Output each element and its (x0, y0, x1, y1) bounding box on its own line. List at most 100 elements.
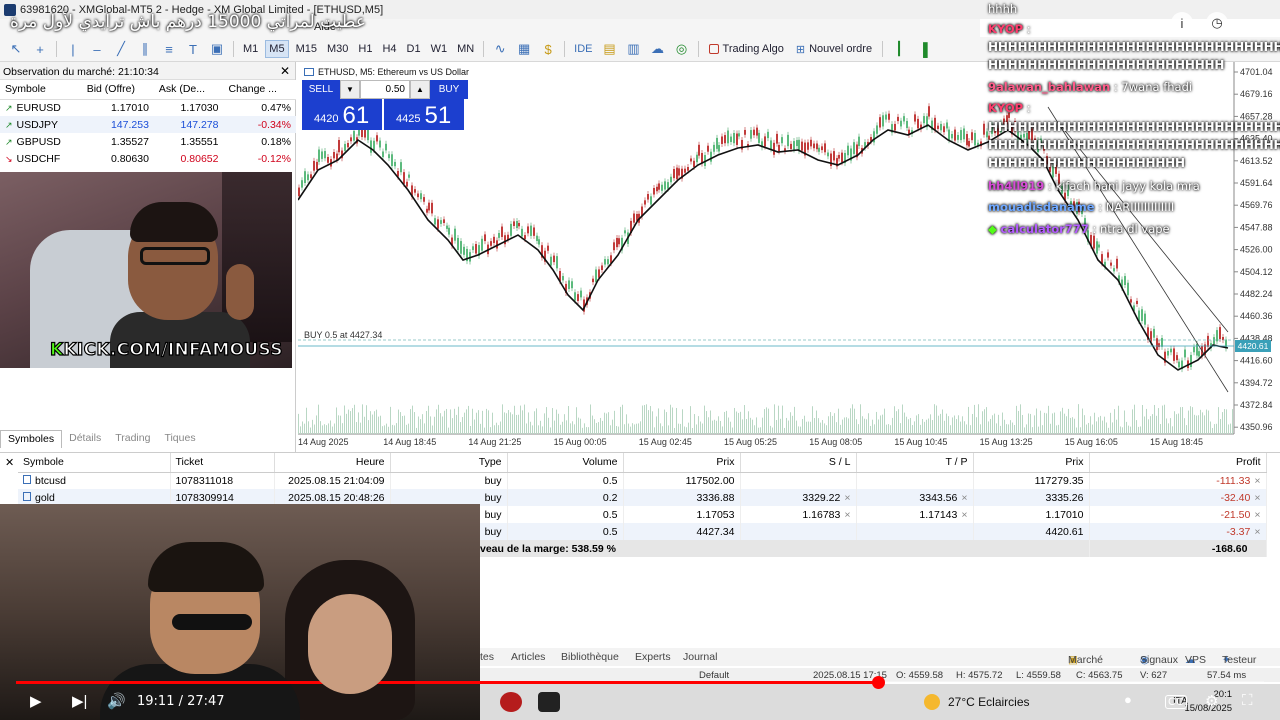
autoplay-toggle-icon[interactable]: ● (1124, 692, 1132, 707)
timeframe-m15[interactable]: M15 (293, 41, 320, 57)
col-change[interactable]: Change ... (223, 80, 296, 100)
volume-bar (444, 410, 445, 434)
remove-profit-icon[interactable]: × (1254, 509, 1260, 521)
col-volume[interactable]: Volume (507, 453, 624, 473)
candle (406, 181, 408, 187)
close-icon[interactable]: ✕ (280, 64, 290, 78)
remove-profit-icon[interactable]: × (1254, 492, 1260, 504)
table-row[interactable]: ↗ EURUSD 1.17010 1.17030 0.47% (0, 99, 296, 116)
video-progress-bar[interactable] (16, 676, 1264, 689)
crosshair-icon[interactable]: + (30, 40, 50, 58)
col-symbole[interactable]: Symbole (18, 453, 171, 473)
fibonacci-icon[interactable]: ≡ (159, 40, 179, 58)
timeframe-m5[interactable]: M5 (265, 40, 289, 58)
volume-bar (382, 426, 383, 434)
col-symbole[interactable]: Symbole (0, 80, 82, 100)
tab-bibliotheque[interactable]: Bibliothèque (561, 651, 619, 663)
col-type[interactable]: Type (390, 453, 508, 473)
volume-bar (982, 411, 983, 434)
remove-profit-icon[interactable]: × (1254, 475, 1260, 487)
table-row[interactable]: ↗ GBPUSD 1.35527 1.35551 0.18% (0, 133, 296, 150)
col-prix-actuel[interactable]: Prix (973, 453, 1090, 473)
settings-icon[interactable]: ⚙ (1205, 692, 1218, 710)
play-icon[interactable]: ▶ (30, 692, 42, 710)
volume-input[interactable]: 0.50 (360, 80, 410, 99)
remove-sl-icon[interactable]: × (844, 509, 850, 521)
close-icon[interactable]: ✕ (5, 456, 14, 469)
share-icon[interactable]: ➦ (1241, 12, 1263, 34)
tab-journal[interactable]: Journal (683, 651, 717, 663)
cursor-icon[interactable]: ↖ (6, 40, 26, 58)
tab-symboles[interactable]: Symboles (0, 430, 63, 448)
ide-button[interactable]: IDE (571, 41, 595, 57)
remove-profit-icon[interactable]: × (1254, 526, 1260, 538)
remove-sl-icon[interactable]: × (844, 492, 850, 504)
col-bid[interactable]: Bid (Offre) (81, 80, 154, 100)
sell-price[interactable]: 4420 61 (302, 99, 384, 130)
timeframe-w1[interactable]: W1 (428, 41, 451, 57)
col-profit[interactable]: Profit (1089, 453, 1267, 473)
watch-later-icon[interactable]: ◷ (1206, 12, 1228, 34)
tab-articles[interactable]: Articles (511, 651, 545, 663)
horizontal-line-icon[interactable]: – (87, 40, 107, 58)
volume-bar (994, 413, 995, 434)
signals-icon[interactable]: ◎ (672, 40, 692, 58)
col-tp[interactable]: T / P (856, 453, 974, 473)
col-prix[interactable]: Prix (623, 453, 741, 473)
nouvel-ordre-button[interactable]: ⊞ Nouvel ordre (792, 43, 876, 56)
candle-chart-icon[interactable]: ▐ (913, 40, 933, 58)
col-ask[interactable]: Ask (De... (153, 80, 224, 100)
volume-bar (864, 418, 865, 434)
timeframe-h4[interactable]: H4 (379, 41, 399, 57)
market-icon[interactable]: ▥ (624, 40, 644, 58)
info-icon[interactable]: i (1171, 12, 1193, 34)
trading-algo-button[interactable]: Trading Algo (705, 43, 788, 55)
tab-experts[interactable]: Experts (635, 651, 671, 663)
volume-icon[interactable]: 🔊 (107, 692, 126, 710)
table-row[interactable]: ↗ USDJPY 147.253 147.278 -0.34% (0, 116, 296, 133)
col-sl[interactable]: S / L (740, 453, 857, 473)
timeframe-h1[interactable]: H1 (355, 41, 375, 57)
sell-button[interactable]: SELL (302, 80, 340, 99)
col-heure[interactable]: Heure (274, 453, 391, 473)
volume-bar (1176, 414, 1177, 434)
tab-alertes[interactable]: tes (480, 651, 494, 663)
lock-icon[interactable]: ▤ (600, 40, 620, 58)
candle (790, 143, 792, 149)
volume-down-icon[interactable]: ▼ (340, 80, 360, 99)
tab-tiques[interactable]: Tiques (157, 430, 202, 448)
table-row[interactable]: btcusd 1078311018 2025.08.15 21:04:09 buy 0.… (18, 472, 1267, 489)
volume-bar (452, 418, 453, 434)
cloud-icon[interactable]: ☁ (648, 40, 668, 58)
table-row[interactable]: ↘ USDCHF 0.80630 0.80652 -0.12% (0, 150, 296, 167)
buy-price[interactable]: 4425 51 (384, 99, 466, 130)
trendline-icon[interactable]: ╱ (111, 40, 131, 58)
chart-template-icon[interactable]: ▦ (514, 40, 534, 58)
volume-up-icon[interactable]: ▲ (410, 80, 430, 99)
volume-bar (1036, 408, 1037, 434)
indicators-icon[interactable]: ∿ (490, 40, 510, 58)
remove-tp-icon[interactable]: × (961, 509, 967, 521)
tab-details[interactable]: Détails (62, 430, 108, 448)
tab-trading[interactable]: Trading (108, 430, 157, 448)
timeframe-m30[interactable]: M30 (324, 41, 351, 57)
next-icon[interactable]: ▶| (72, 692, 87, 710)
timeframe-mn[interactable]: MN (454, 41, 477, 57)
volume-bar (684, 426, 685, 434)
volume-bar (866, 419, 867, 434)
shapes-icon[interactable]: ▣ (207, 40, 227, 58)
text-tool-icon[interactable]: T (183, 40, 203, 58)
volume-bar (798, 426, 799, 434)
dollar-icon[interactable]: $ (538, 40, 558, 58)
vertical-line-icon[interactable]: | (63, 40, 83, 58)
timeframe-m1[interactable]: M1 (240, 41, 261, 57)
candle (744, 129, 746, 135)
channel-icon[interactable]: ∥ (135, 40, 155, 58)
col-ticket[interactable]: Ticket (170, 453, 275, 473)
fullscreen-icon[interactable]: ⛶ (1242, 692, 1253, 709)
buy-button[interactable]: BUY (430, 80, 468, 99)
subtitles-icon[interactable]: CC (1165, 695, 1187, 709)
remove-tp-icon[interactable]: × (961, 492, 967, 504)
bar-chart-icon[interactable]: ┃ (889, 40, 909, 58)
timeframe-d1[interactable]: D1 (404, 41, 424, 57)
